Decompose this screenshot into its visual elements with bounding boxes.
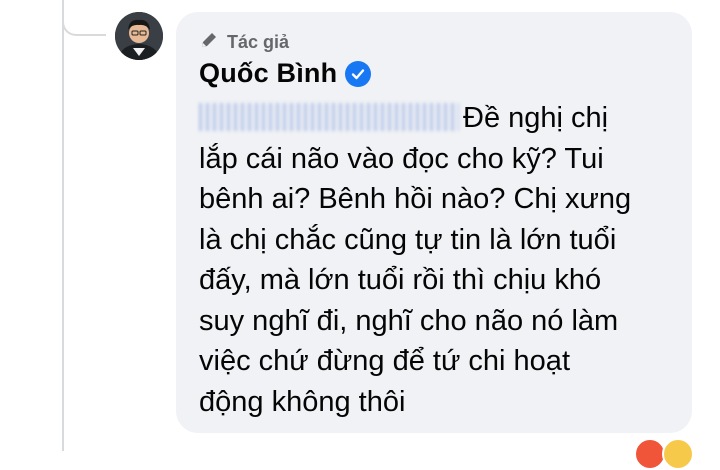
- comment-text: Đề nghị chị lắp cái não vào đọc cho kỹ? …: [199, 98, 679, 422]
- comment-line: bênh ai? Bênh hồi nào? Chị xưng: [199, 183, 632, 215]
- comment-line: suy nghĩ đi, nghĩ cho não nó làm: [199, 304, 619, 337]
- comment-line: việc chứ đừng để tứ chi hoạt: [199, 345, 570, 377]
- author-badge: Tác giả: [199, 30, 289, 54]
- reaction-summary[interactable]: [634, 438, 694, 470]
- love-reaction-icon: [662, 438, 694, 470]
- pencil-icon: [199, 30, 219, 55]
- author-row: Quốc Bình: [199, 58, 372, 89]
- avatar[interactable]: [115, 12, 163, 60]
- comment-line: là chị chắc cũng tự tin là lớn tuổi: [199, 223, 617, 256]
- blurred-mention[interactable]: [199, 103, 459, 131]
- verified-icon: [345, 60, 372, 87]
- thread-line: [62, 0, 64, 451]
- thread-connector: [62, 10, 106, 36]
- comment-line: động không thôi: [199, 385, 406, 418]
- comment-line: lắp cái não vào đọc cho kỹ? Tui: [199, 142, 604, 175]
- comment-line: đấy, mà lớn tuổi rồi thì chịu khó: [199, 264, 602, 296]
- author-name[interactable]: Quốc Bình: [199, 58, 337, 89]
- author-badge-label: Tác giả: [227, 31, 290, 52]
- comment-line: Đề nghị chị: [199, 98, 679, 139]
